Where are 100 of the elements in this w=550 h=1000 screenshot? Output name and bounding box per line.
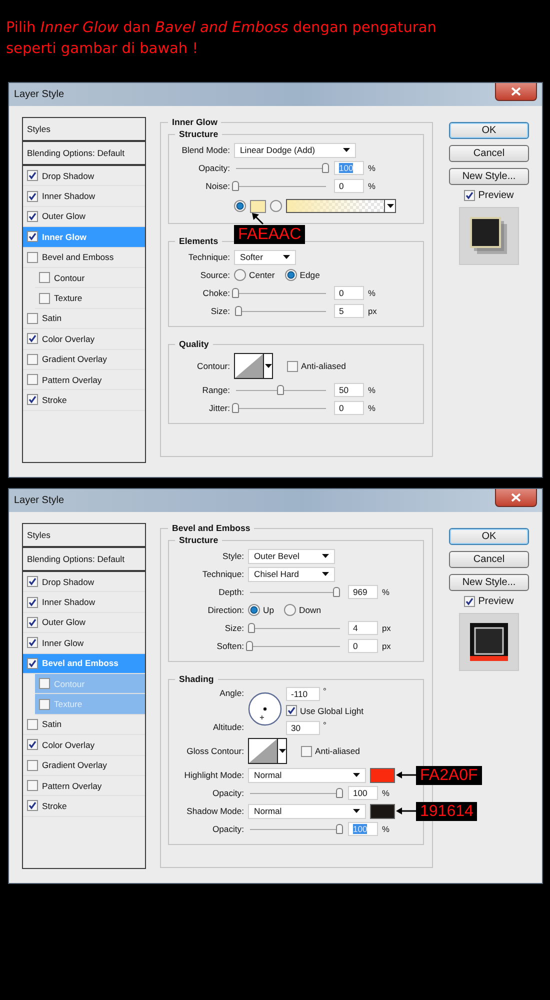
checkbox[interactable]	[27, 760, 38, 771]
styles-header[interactable]: Blending Options: Default	[23, 142, 145, 166]
checkbox[interactable]	[39, 698, 50, 710]
styles-header[interactable]: Styles	[23, 524, 145, 548]
value-field[interactable]: 30	[286, 720, 320, 734]
style-item[interactable]: Drop Shadow	[23, 166, 145, 186]
value-field[interactable]: 969	[348, 585, 378, 599]
value-field[interactable]: 0	[348, 639, 378, 653]
checkbox[interactable]	[27, 800, 38, 812]
dialog-button[interactable]: Cancel	[449, 145, 529, 162]
style-item[interactable]: Inner Shadow	[23, 592, 145, 613]
gradient-picker[interactable]	[286, 199, 396, 213]
checkbox[interactable]	[464, 190, 476, 201]
radio-button[interactable]	[248, 604, 260, 616]
slider-thumb[interactable]	[232, 288, 239, 298]
value-field[interactable]: 4	[348, 621, 378, 635]
style-item[interactable]: Gradient Overlay	[23, 350, 145, 370]
style-item[interactable]: Pattern Overlay	[23, 370, 145, 390]
dialog-button[interactable]: Cancel	[449, 551, 529, 568]
value-field[interactable]: -110	[286, 686, 320, 700]
value-field[interactable]: 0	[334, 401, 364, 415]
checkbox[interactable]	[287, 360, 298, 372]
dialog-button[interactable]: New Style...	[449, 168, 529, 185]
close-button[interactable]	[495, 83, 537, 101]
contour-picker[interactable]	[248, 738, 287, 764]
checkbox[interactable]	[39, 292, 50, 304]
checkbox[interactable]	[27, 394, 38, 406]
checkbox[interactable]	[27, 658, 38, 669]
slider-thumb[interactable]	[232, 402, 239, 412]
radio-button[interactable]	[284, 269, 297, 281]
checkbox[interactable]	[27, 780, 38, 792]
style-item[interactable]: Satin	[23, 714, 145, 736]
checkbox[interactable]	[27, 576, 38, 588]
style-item[interactable]: Inner Shadow	[23, 186, 145, 207]
contour-picker[interactable]	[234, 353, 273, 379]
style-item[interactable]: Pattern Overlay	[23, 776, 145, 796]
checkbox[interactable]	[464, 596, 476, 607]
checkbox[interactable]	[286, 705, 297, 716]
style-item[interactable]: Color Overlay	[23, 735, 145, 756]
style-item[interactable]: Bevel and Emboss	[23, 248, 145, 268]
checkbox[interactable]	[27, 210, 38, 222]
slider-thumb[interactable]	[336, 824, 343, 834]
dropdown[interactable]: Normal	[248, 768, 366, 782]
checkbox[interactable]	[27, 616, 38, 628]
value-field[interactable]: 100	[348, 786, 378, 800]
radio-button[interactable]	[234, 269, 246, 281]
dropdown[interactable]: Softer	[234, 250, 296, 264]
slider-thumb[interactable]	[336, 788, 343, 798]
style-item[interactable]: Texture	[35, 288, 145, 309]
value-field[interactable]: 50	[334, 383, 364, 397]
checkbox[interactable]	[27, 637, 38, 648]
checkbox[interactable]	[27, 252, 38, 263]
slider-thumb[interactable]	[277, 384, 284, 394]
checkbox[interactable]	[301, 746, 312, 756]
dropdown[interactable]: Normal	[248, 804, 366, 818]
checkbox[interactable]	[39, 272, 50, 284]
angle-dial[interactable]	[248, 692, 282, 726]
styles-header[interactable]: Blending Options: Default	[23, 548, 145, 572]
style-item[interactable]: Contour	[35, 268, 145, 288]
checkbox[interactable]	[27, 354, 38, 365]
slider-thumb[interactable]	[232, 180, 239, 190]
radio-button[interactable]	[270, 200, 282, 212]
dialog-button[interactable]: OK	[449, 528, 529, 545]
color-swatch[interactable]	[370, 804, 395, 818]
slider-thumb[interactable]	[246, 640, 253, 650]
value-field[interactable]: 0	[334, 286, 364, 300]
checkbox[interactable]	[27, 333, 38, 344]
checkbox[interactable]	[27, 312, 38, 324]
radio-button[interactable]	[284, 604, 296, 616]
slider-thumb[interactable]	[333, 586, 340, 596]
checkbox[interactable]	[27, 231, 38, 242]
checkbox[interactable]	[27, 739, 38, 750]
style-item[interactable]: Stroke	[23, 796, 145, 817]
style-item[interactable]: Outer Glow	[23, 612, 145, 634]
checkbox[interactable]	[27, 718, 38, 730]
close-button[interactable]	[495, 489, 537, 507]
checkbox[interactable]	[27, 190, 38, 202]
value-field[interactable]: 5	[334, 304, 364, 318]
color-swatch[interactable]	[250, 200, 266, 212]
style-item[interactable]: Gradient Overlay	[23, 756, 145, 776]
checkbox[interactable]	[27, 596, 38, 608]
styles-header[interactable]: Styles	[23, 118, 145, 142]
color-swatch[interactable]	[370, 768, 395, 782]
value-field[interactable]: 0	[334, 179, 364, 193]
style-item[interactable]: Stroke	[23, 390, 145, 411]
checkbox[interactable]	[27, 170, 38, 182]
slider-thumb[interactable]	[322, 162, 329, 172]
dialog-button[interactable]: OK	[449, 122, 529, 139]
radio-button[interactable]	[234, 200, 246, 212]
checkbox[interactable]	[27, 374, 38, 386]
dropdown[interactable]: Linear Dodge (Add)	[234, 142, 356, 158]
dialog-button[interactable]: New Style...	[449, 574, 529, 591]
dropdown[interactable]: Chisel Hard	[248, 566, 335, 582]
style-item[interactable]: Drop Shadow	[23, 572, 145, 592]
checkbox[interactable]	[39, 678, 50, 690]
style-item[interactable]: Color Overlay	[23, 329, 145, 350]
slider-thumb[interactable]	[234, 306, 242, 316]
slider-thumb[interactable]	[248, 622, 255, 632]
style-item[interactable]: Satin	[23, 308, 145, 330]
dropdown[interactable]: Outer Bevel	[248, 548, 335, 564]
